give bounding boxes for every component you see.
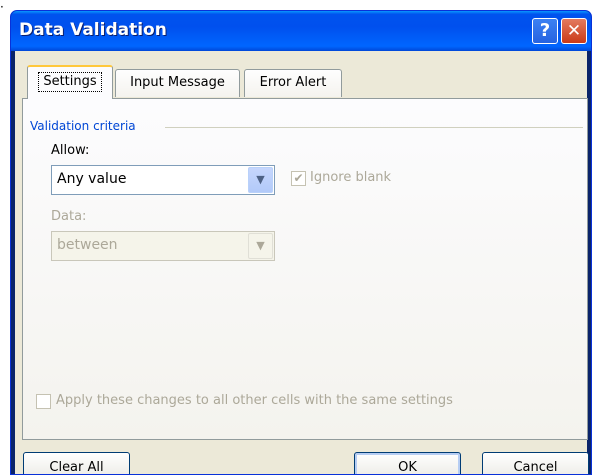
title-bar[interactable]: Data Validation ? ✕ [11, 11, 591, 51]
apply-all-checkbox[interactable] [36, 394, 51, 409]
data-validation-dialog: Data Validation ? ✕ Settings Input Messa… [10, 10, 592, 475]
dialog-client-area: Settings Input Message Error Alert Valid… [15, 51, 589, 474]
tab-input-message[interactable]: Input Message [115, 69, 240, 97]
help-button[interactable]: ? [532, 18, 558, 44]
data-select[interactable]: between ▼ [51, 231, 275, 261]
data-label: Data: [51, 209, 87, 224]
validation-criteria-heading: Validation criteria [30, 119, 136, 133]
allow-select[interactable]: Any value ▼ [51, 165, 275, 195]
tab-strip: Settings Input Message Error Alert [15, 51, 587, 100]
allow-select-value: Any value [57, 171, 127, 187]
ignore-blank-label: Ignore blank [310, 170, 392, 185]
close-button[interactable]: ✕ [561, 18, 587, 44]
tab-settings-label: Settings [38, 72, 102, 92]
settings-panel: Validation criteria Allow: Any value ▼ ✔… [22, 98, 588, 440]
apply-all-label: Apply these changes to all other cells w… [56, 393, 453, 408]
cancel-button[interactable]: Cancel [482, 452, 589, 474]
ok-button[interactable]: OK [354, 452, 461, 474]
checkmark-icon: ✔ [293, 171, 304, 185]
tab-error-alert-label: Error Alert [259, 75, 327, 90]
group-divider [165, 127, 583, 128]
allow-label: Allow: [51, 143, 90, 158]
data-select-value: between [57, 237, 118, 253]
corner-mark: · [0, 0, 4, 14]
tab-error-alert[interactable]: Error Alert [244, 69, 342, 97]
clear-all-button[interactable]: Clear All [23, 452, 130, 474]
tab-settings[interactable]: Settings [27, 65, 113, 99]
chevron-down-icon[interactable]: ▼ [248, 167, 273, 193]
dialog-title: Data Validation [19, 20, 167, 40]
ignore-blank-checkbox[interactable]: ✔ [291, 171, 306, 186]
tab-input-message-label: Input Message [130, 75, 225, 90]
chevron-down-icon[interactable]: ▼ [248, 233, 273, 259]
